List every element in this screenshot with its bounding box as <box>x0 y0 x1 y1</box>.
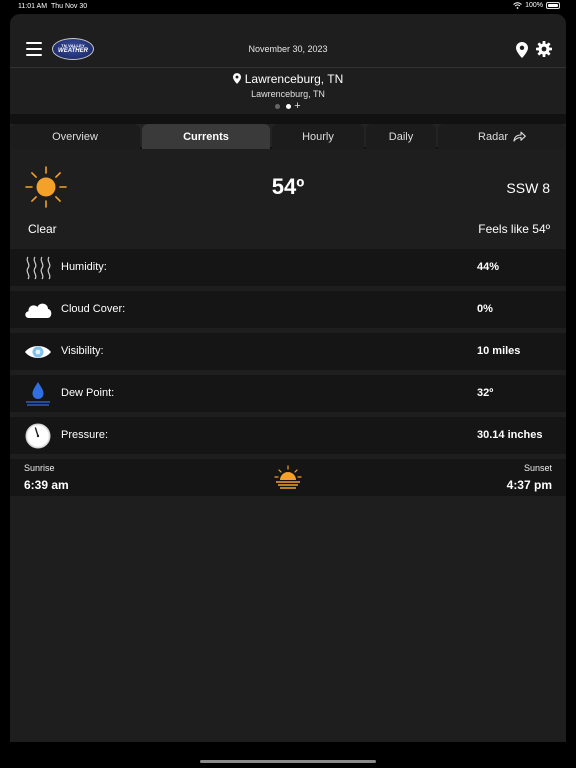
sunset-time: 4:37 pm <box>506 478 552 492</box>
location-pin-icon[interactable] <box>516 42 528 58</box>
humidity-label: Humidity: <box>61 261 107 273</box>
wifi-icon <box>513 2 522 9</box>
gauge-icon <box>23 421 53 451</box>
pressure-label: Pressure: <box>61 429 109 441</box>
sunrise-label: Sunrise <box>24 463 55 473</box>
sunrise-time: 6:39 am <box>24 478 69 492</box>
condition-text: Clear <box>28 222 57 236</box>
header-divider <box>10 67 566 68</box>
status-clock: 11:01 AM <box>18 3 48 10</box>
tab-currents-label: Currents <box>183 130 229 143</box>
tab-overview[interactable]: Overview <box>10 124 140 149</box>
eye-icon <box>23 337 53 367</box>
header-date: November 30, 2023 <box>248 44 328 54</box>
sunset-label: Sunset <box>523 463 552 473</box>
location-page-dots: + <box>10 101 566 112</box>
detail-row-visibility: Visibility: 10 miles <box>10 333 566 370</box>
tab-hourly-label: Hourly <box>302 130 334 143</box>
tab-bar: Overview Currents Hourly Daily Radar <box>10 124 566 149</box>
tab-daily-label: Daily <box>388 130 414 143</box>
detail-row-pressure: Pressure: 30.14 inches <box>10 417 566 454</box>
humidity-icon <box>23 253 53 283</box>
visibility-value: 10 miles <box>477 345 521 357</box>
location-city[interactable]: Lawrenceburg, TN <box>232 71 344 86</box>
feels-like-text: Feels like 54º <box>478 222 550 236</box>
tab-radar-label: Radar <box>478 130 508 143</box>
page-dot-active[interactable] <box>286 103 292 109</box>
tab-overview-label: Overview <box>52 130 98 143</box>
current-conditions: Clear 54º SSW 8 Feels like 54º <box>10 151 566 249</box>
current-temperature: 54º <box>271 174 305 199</box>
tab-daily[interactable]: Daily <box>366 124 436 149</box>
pressure-value: 30.14 inches <box>477 429 543 441</box>
add-location-icon[interactable]: + <box>294 101 300 112</box>
details-list: Humidity: 44% Cloud Cover: 0% Visibility… <box>10 249 566 459</box>
humidity-value: 44% <box>477 261 500 273</box>
location-city-label: Lawrenceburg, TN <box>244 71 344 86</box>
location-block: Lawrenceburg, TN Lawrenceburg, TN + <box>10 71 566 112</box>
status-time: 11:01 AM Thu Nov 30 <box>18 3 87 10</box>
visibility-label: Visibility: <box>61 345 104 357</box>
header-gap <box>10 114 566 124</box>
battery-icon <box>546 2 560 9</box>
detail-row-humidity: Humidity: 44% <box>10 249 566 286</box>
dew-point-label: Dew Point: <box>61 387 115 399</box>
page-dot[interactable] <box>275 103 281 109</box>
cloud-cover-label: Cloud Cover: <box>61 303 126 315</box>
cloud-cover-value: 0% <box>477 303 493 315</box>
wind-reading: SSW 8 <box>506 180 550 196</box>
app-window: TN VALLEY WEATHER November 30, 2023 Lawr… <box>10 14 566 742</box>
dew-point-value: 32º <box>477 387 494 399</box>
location-subtitle: Lawrenceburg, TN <box>251 89 325 99</box>
tab-hourly[interactable]: Hourly <box>272 124 364 149</box>
home-indicator[interactable] <box>200 760 376 763</box>
detail-row-dew-point: Dew Point: 32º <box>10 375 566 412</box>
tab-currents[interactable]: Currents <box>142 124 270 149</box>
tab-radar[interactable]: Radar <box>438 124 566 149</box>
battery-percent: 100% <box>525 2 543 9</box>
sunset-icon <box>274 465 302 489</box>
detail-row-cloud-cover: Cloud Cover: 0% <box>10 291 566 328</box>
status-date: Thu Nov 30 <box>50 3 88 10</box>
location-marker-icon <box>232 73 241 84</box>
gear-icon[interactable] <box>536 41 552 57</box>
share-arrow-icon <box>513 131 526 142</box>
dew-drop-icon <box>23 379 53 409</box>
sun-times: Sunrise 6:39 am Sunset 4:37 pm <box>10 459 566 496</box>
status-right: 100% <box>513 2 560 9</box>
cloud-icon <box>23 295 53 325</box>
header: TN VALLEY WEATHER November 30, 2023 Lawr… <box>10 14 566 114</box>
status-bar: 11:01 AM Thu Nov 30 100% <box>0 0 576 14</box>
